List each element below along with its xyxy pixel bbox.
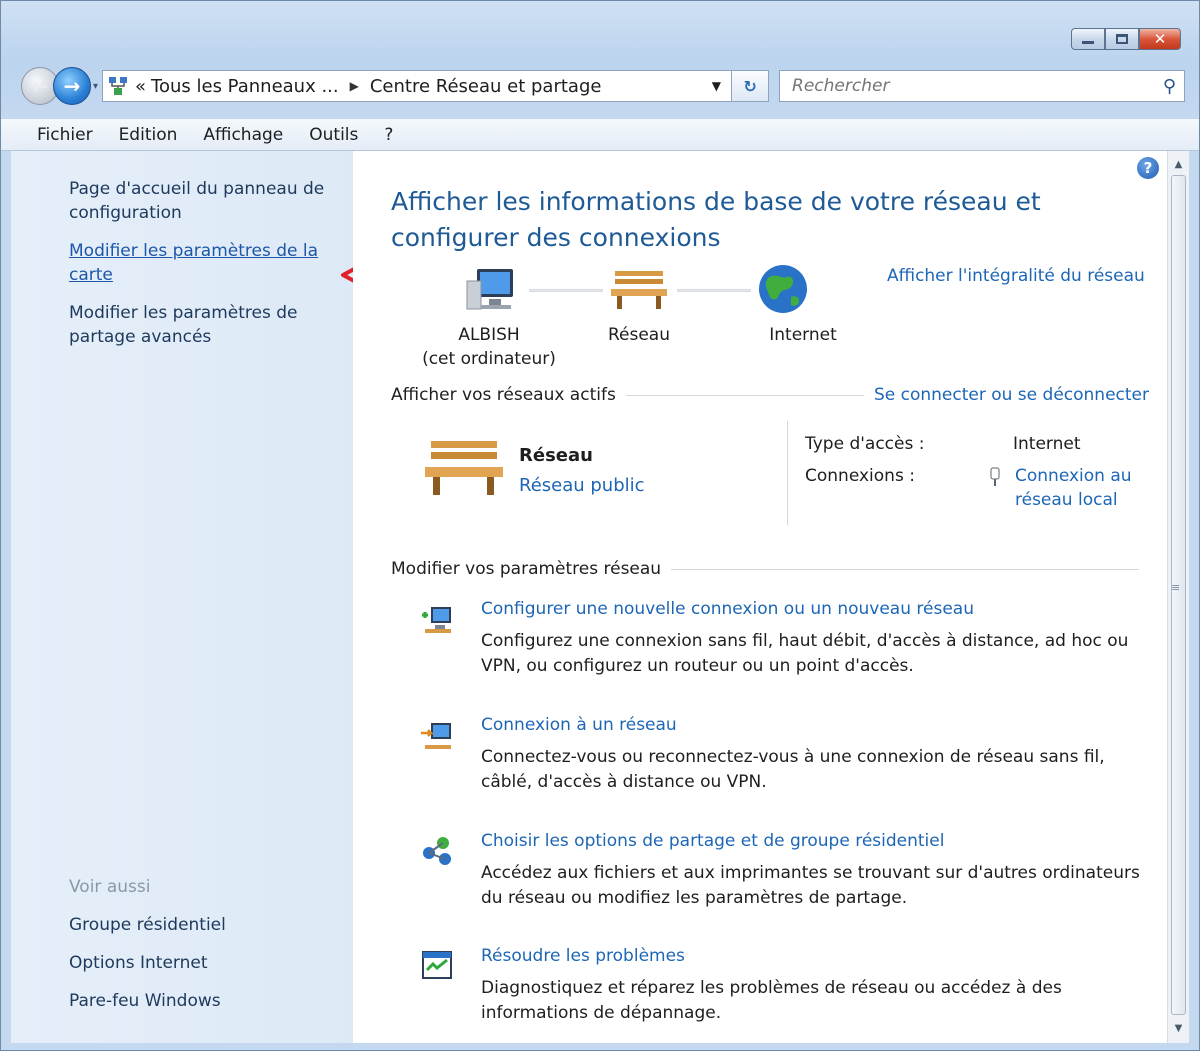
connector-line-1 bbox=[529, 289, 603, 292]
see-also-title: Voir aussi bbox=[69, 877, 151, 897]
globe-icon[interactable] bbox=[757, 263, 809, 315]
connect-disconnect-link[interactable]: Se connecter ou se déconnecter bbox=[874, 385, 1149, 405]
scroll-thumb[interactable] bbox=[1171, 175, 1186, 1015]
bench-network-icon bbox=[425, 441, 503, 495]
forward-arrow-icon: → bbox=[63, 74, 81, 98]
computer-sub: (cet ordinateur) bbox=[422, 349, 556, 369]
sidebar-control-panel-home[interactable]: Page d'accueil du panneau de configurati… bbox=[69, 177, 333, 225]
menu-edition[interactable]: Edition bbox=[119, 125, 178, 145]
task-new-connection-link[interactable]: Configurer une nouvelle connexion ou un … bbox=[481, 599, 974, 619]
sidebar-advanced-sharing-settings[interactable]: Modifier les paramètres de partage avanc… bbox=[69, 301, 333, 349]
refresh-button[interactable]: ↻ bbox=[731, 70, 770, 102]
maximize-button[interactable] bbox=[1105, 28, 1139, 50]
close-icon: ✕ bbox=[1153, 30, 1167, 48]
refresh-icon: ↻ bbox=[743, 76, 757, 96]
caption-buttons: ✕ bbox=[1071, 28, 1181, 50]
connection-link-line-1[interactable]: Connexion au bbox=[1015, 464, 1132, 488]
menu-outils[interactable]: Outils bbox=[309, 125, 358, 145]
task-connect-network: Connexion à un réseau Connectez-vous ou … bbox=[419, 715, 1149, 805]
connections-label: Connexions : bbox=[805, 466, 915, 486]
task-pane: Page d'accueil du panneau de configurati… bbox=[11, 151, 353, 1043]
see-also-internet-options[interactable]: Options Internet bbox=[69, 951, 226, 975]
computer-icon[interactable] bbox=[463, 267, 519, 315]
network-node-label: Réseau bbox=[607, 325, 670, 345]
see-also-windows-firewall[interactable]: Pare-feu Windows bbox=[69, 989, 226, 1013]
navigation-bar: ← → ▾ « Tous les Panneaux ... ▶ Centre R… bbox=[21, 65, 1185, 107]
task-troubleshoot-link[interactable]: Résoudre les problèmes bbox=[481, 946, 685, 966]
address-overflow[interactable]: « bbox=[135, 76, 146, 97]
search-box[interactable]: ⚲ bbox=[779, 70, 1185, 102]
task-sharing-options-desc: Accédez aux fichiers et aux imprimantes … bbox=[481, 863, 1140, 908]
address-bar[interactable]: « Tous les Panneaux ... ▶ Centre Réseau … bbox=[102, 70, 733, 102]
vertical-divider bbox=[787, 421, 788, 525]
computer-name: ALBISH bbox=[458, 325, 520, 345]
menu-help[interactable]: ? bbox=[384, 125, 393, 145]
task-troubleshoot-desc: Diagnostiquez et réparez les problèmes d… bbox=[481, 978, 1062, 1023]
task-new-connection-desc: Configurez une connexion sans fil, haut … bbox=[481, 631, 1129, 676]
change-settings-section: Modifier vos paramètres réseau bbox=[391, 559, 1149, 579]
menu-fichier[interactable]: Fichier bbox=[37, 125, 93, 145]
network-plug-icon bbox=[990, 467, 1000, 486]
explorer-window: ✕ ← → ▾ « Tous les Panneaux ... ▶ Centre… bbox=[0, 0, 1200, 1051]
menu-affichage[interactable]: Affichage bbox=[203, 125, 283, 145]
bench-network-icon[interactable] bbox=[609, 267, 669, 311]
close-button[interactable]: ✕ bbox=[1139, 28, 1181, 50]
recent-pages-button[interactable]: ▾ bbox=[93, 81, 98, 92]
minimize-button[interactable] bbox=[1071, 28, 1105, 50]
task-connect-network-link[interactable]: Connexion à un réseau bbox=[481, 715, 677, 735]
maximize-icon bbox=[1116, 34, 1128, 44]
search-input[interactable] bbox=[792, 76, 1163, 96]
breadcrumb-network-center[interactable]: Centre Réseau et partage bbox=[370, 76, 602, 97]
page-title: Afficher les informations de base de vot… bbox=[391, 187, 1041, 252]
menu-bar: Fichier Edition Affichage Outils ? bbox=[1, 119, 1199, 151]
connection-link-line-2[interactable]: réseau local bbox=[1015, 488, 1132, 512]
connector-line-2 bbox=[677, 289, 751, 292]
scroll-down-button[interactable]: ▼ bbox=[1168, 1019, 1189, 1039]
back-arrow-icon: ← bbox=[31, 74, 49, 98]
see-also-section: Voir aussi Groupe résidentiel Options In… bbox=[69, 875, 226, 1027]
troubleshoot-icon[interactable] bbox=[419, 948, 455, 984]
scroll-grip: ≡ bbox=[1171, 581, 1181, 594]
full-network-link[interactable]: Afficher l'intégralité du réseau bbox=[887, 266, 1145, 286]
active-networks-section: Afficher vos réseaux actifs Se connecter… bbox=[391, 385, 1149, 405]
connection-local-network-link[interactable]: Connexion au réseau local bbox=[1015, 464, 1132, 512]
task-sharing-options-link[interactable]: Choisir les options de partage et de gro… bbox=[481, 831, 944, 851]
connect-icon[interactable] bbox=[419, 717, 455, 753]
address-dropdown[interactable]: ▼ bbox=[702, 79, 731, 93]
task-sharing-options: Choisir les options de partage et de gro… bbox=[419, 831, 1149, 921]
task-troubleshoot: Résoudre les problèmes Diagnostiquez et … bbox=[419, 946, 1149, 1036]
scroll-up-button[interactable]: ▲ bbox=[1168, 155, 1189, 175]
breadcrumb-separator[interactable]: ▶ bbox=[350, 79, 359, 93]
active-network-type-link[interactable]: Réseau public bbox=[519, 475, 645, 496]
task-new-connection: Configurer une nouvelle connexion ou un … bbox=[419, 599, 1149, 689]
minimize-icon bbox=[1082, 40, 1094, 44]
sidebar-change-adapter-settings[interactable]: Modifier les paramètres de la carte bbox=[69, 239, 333, 287]
search-icon[interactable]: ⚲ bbox=[1163, 76, 1176, 97]
network-location-icon bbox=[109, 77, 128, 95]
section-divider bbox=[625, 394, 864, 396]
breadcrumb-all-panels[interactable]: Tous les Panneaux ... bbox=[151, 76, 339, 97]
help-icon[interactable]: ? bbox=[1137, 157, 1159, 179]
change-settings-title: Modifier vos paramètres réseau bbox=[391, 559, 662, 579]
vertical-scrollbar[interactable]: ▲ ≡ ▼ bbox=[1167, 151, 1189, 1043]
access-type-label: Type d'accès : bbox=[805, 434, 925, 454]
section-divider bbox=[671, 568, 1139, 570]
computer-node-label: ALBISH (cet ordinateur) bbox=[399, 323, 579, 371]
active-networks-title: Afficher vos réseaux actifs bbox=[391, 385, 616, 405]
task-connect-network-desc: Connectez-vous ou reconnectez-vous à une… bbox=[481, 747, 1105, 792]
see-also-homegroup[interactable]: Groupe résidentiel bbox=[69, 913, 226, 937]
active-network-name: Réseau bbox=[519, 445, 593, 466]
homegroup-icon[interactable] bbox=[419, 833, 455, 869]
new-connection-icon[interactable] bbox=[419, 601, 455, 637]
access-type-value: Internet bbox=[1013, 434, 1081, 454]
internet-node-label: Internet bbox=[769, 325, 837, 345]
forward-button[interactable]: → bbox=[53, 67, 91, 105]
